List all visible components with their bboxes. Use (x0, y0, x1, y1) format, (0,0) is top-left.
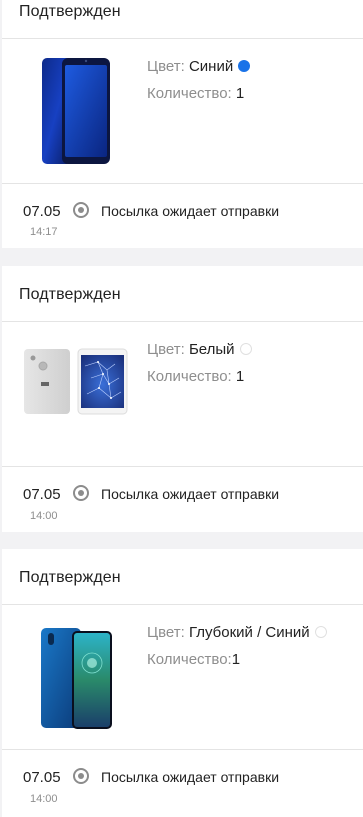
order-status: Подтвержден (19, 286, 121, 303)
tracking-time: 14:00 (30, 793, 58, 805)
phone-white-icon[interactable] (23, 348, 129, 416)
divider (2, 749, 363, 750)
phone-deep-blue-icon[interactable] (38, 627, 114, 731)
tracking-status-text: Посылка ожидает отправки (101, 769, 280, 785)
quantity-label: Количество: (147, 651, 232, 668)
color-value: Глубокий / Синий (188, 624, 310, 641)
color-label: Цвет: (147, 624, 189, 641)
order-card[interactable]: Подтвержден Цвет: Белый Количество: 1 07… (2, 266, 363, 532)
color-swatch (239, 343, 252, 355)
product-color: Цвет: Синий (147, 58, 251, 75)
product-quantity: Количество: 1 (147, 368, 244, 385)
tracking-status-icon (73, 485, 89, 501)
quantity-value: 1 (231, 651, 241, 668)
order-card[interactable]: Подтвержден Цвет: Синий Количество: 1 07… (2, 0, 363, 248)
color-value: Белый (188, 341, 235, 358)
color-label: Цвет: (147, 58, 189, 75)
tracking-status-text: Посылка ожидает отправки (101, 203, 280, 219)
product-quantity: Количество: 1 (147, 85, 244, 102)
divider (2, 38, 363, 39)
tracking-status-icon (73, 202, 89, 218)
tracking-date: 07.05 (23, 486, 61, 503)
quantity-label: Количество: (147, 85, 236, 102)
phone-blue-icon[interactable] (40, 56, 112, 168)
product-color: Цвет: Белый (147, 341, 252, 358)
order-status: Подтвержден (19, 569, 121, 586)
tracking-date: 07.05 (23, 769, 61, 786)
color-swatch (314, 626, 327, 638)
order-status: Подтвержден (19, 3, 121, 20)
divider (2, 321, 363, 322)
quantity-label: Количество: (147, 368, 236, 385)
tracking-status-text: Посылка ожидает отправки (101, 486, 280, 502)
product-quantity: Количество:1 (147, 651, 240, 668)
tracking-status-icon (73, 768, 89, 784)
product-color: Цвет: Глубокий / Синий (147, 624, 327, 641)
quantity-value: 1 (235, 368, 245, 385)
quantity-value: 1 (235, 85, 245, 102)
divider (2, 466, 363, 467)
tracking-date: 07.05 (23, 203, 61, 220)
color-label: Цвет: (147, 341, 189, 358)
order-card[interactable]: Подтвержден Цвет: Глубокий / Синий Колич… (2, 549, 363, 817)
divider (2, 183, 363, 184)
tracking-time: 14:00 (30, 510, 58, 522)
color-swatch (238, 60, 251, 72)
color-value: Синий (188, 58, 234, 75)
divider (2, 604, 363, 605)
tracking-time: 14:17 (30, 226, 58, 238)
